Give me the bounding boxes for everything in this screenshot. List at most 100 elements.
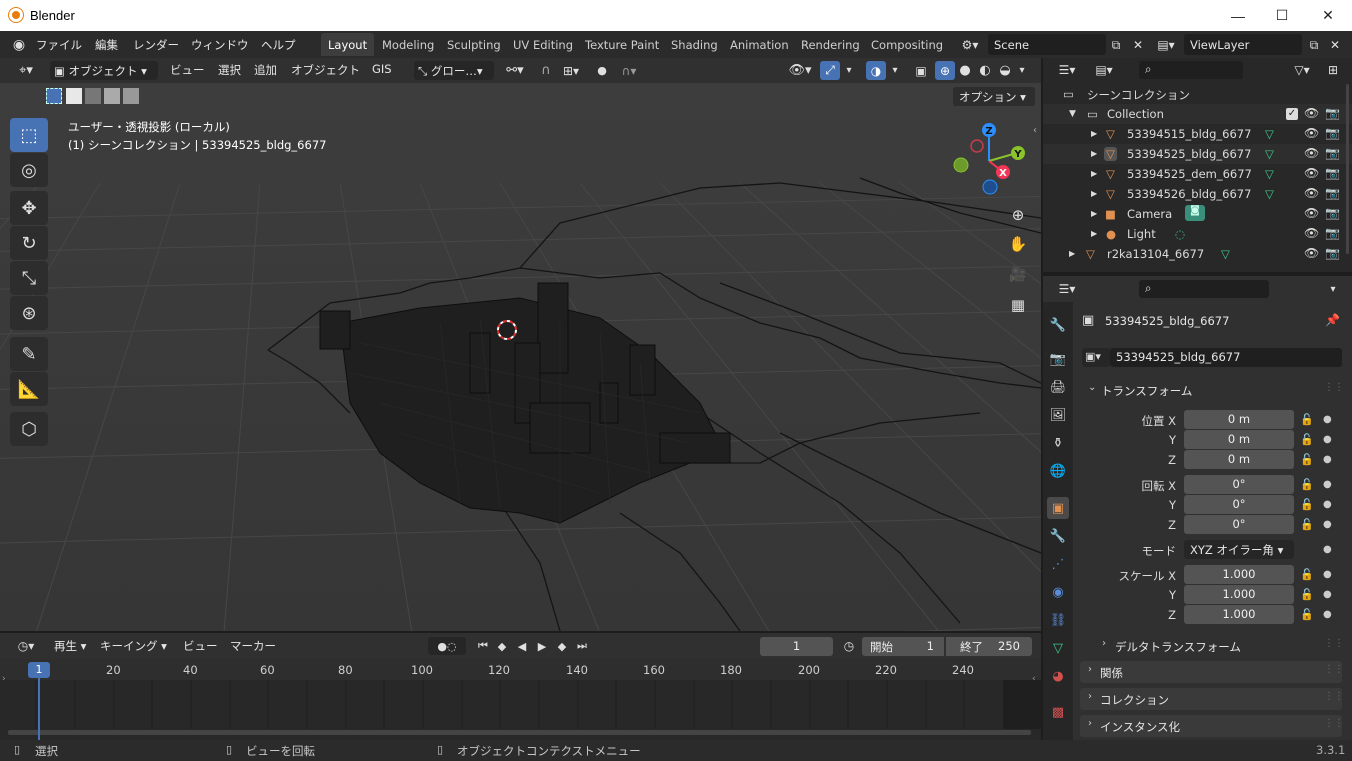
prev-keyframe-icon[interactable]: ◆	[493, 637, 511, 655]
expand-arrow-icon[interactable]: ▶	[1091, 209, 1097, 218]
shading-menu-icon[interactable]: ▾	[1015, 61, 1029, 80]
visibility-eye-icon[interactable]: 👁	[1304, 186, 1319, 200]
scale-x-field[interactable]: 1.000	[1184, 565, 1294, 584]
render-camera-icon[interactable]: 📷	[1325, 166, 1340, 180]
visibility-eye-icon[interactable]: 👁	[1304, 126, 1319, 140]
jump-end-icon[interactable]: ⏭	[573, 637, 591, 655]
keyframe-dot-icon[interactable]: ●	[1323, 519, 1332, 530]
outliner-search-input[interactable]: ⌕	[1139, 61, 1243, 79]
render-camera-icon[interactable]: 📷	[1325, 106, 1340, 120]
keyframe-dot-icon[interactable]: ●	[1323, 609, 1332, 620]
timeline-editor-icon[interactable]: ◷▾	[10, 637, 42, 655]
tab-shading[interactable]: Shading	[664, 33, 725, 56]
texture-tab-icon[interactable]: ▩	[1047, 701, 1069, 723]
keyframe-dot-icon[interactable]: ●	[1323, 499, 1332, 510]
view-layer-field[interactable]: ViewLayer	[1184, 34, 1302, 55]
tab-sculpting[interactable]: Sculpting	[440, 33, 508, 56]
viewlayer-selector-icon[interactable]: ▤▾	[1152, 36, 1180, 54]
expand-arrow-icon[interactable]: ▶	[1091, 169, 1097, 178]
modifier-tab-icon[interactable]: 🔧	[1047, 525, 1069, 547]
object-tab-icon[interactable]: ▣	[1047, 497, 1069, 519]
keyframe-dot-icon[interactable]: ●	[1323, 454, 1332, 465]
play-icon[interactable]: ▶	[533, 637, 551, 655]
rotation-y-field[interactable]: 0°	[1184, 495, 1294, 514]
tab-layout[interactable]: Layout	[321, 33, 375, 56]
delete-scene-icon[interactable]: ✕	[1128, 35, 1148, 55]
expand-arrow-icon[interactable]: ▶	[1091, 189, 1097, 198]
menu-marker[interactable]: マーカー	[230, 638, 276, 654]
expand-arrow-icon[interactable]: ▶	[1091, 129, 1097, 138]
current-frame-field[interactable]: 1	[760, 637, 833, 656]
keyframe-dot-icon[interactable]: ●	[1323, 414, 1332, 425]
rendered-shading-icon[interactable]: ◒	[995, 61, 1015, 80]
scene-name-field[interactable]: Scene	[988, 34, 1106, 55]
constraints-tab-icon[interactable]: ⛓	[1047, 609, 1069, 631]
minimize-button[interactable]: —	[1215, 0, 1261, 31]
visibility-eye-icon[interactable]: 👁	[1304, 246, 1319, 260]
display-mode-icon[interactable]: ▤▾	[1089, 61, 1119, 79]
jump-start-icon[interactable]: ⏮	[474, 637, 492, 655]
xray-icon[interactable]: ▣	[911, 61, 931, 80]
keyframe-dot-icon[interactable]: ●	[1323, 589, 1332, 600]
pin-icon[interactable]: 📌	[1325, 313, 1340, 327]
menu-render[interactable]: レンダー	[133, 37, 179, 53]
delete-viewlayer-icon[interactable]: ✕	[1325, 35, 1345, 55]
lock-icon[interactable]: 🔓	[1300, 608, 1314, 621]
select-invert-icon[interactable]	[104, 88, 120, 104]
outliner-editor-icon[interactable]: ☰▾	[1053, 61, 1081, 79]
visibility-eye-icon[interactable]: 👁	[1304, 106, 1319, 120]
outliner-item[interactable]: ▶ ■ Camera ◙ 👁 📷	[1043, 204, 1352, 224]
3d-viewport[interactable]: ユーザー・透視投影 (ローカル) (1) シーンコレクション | 5339452…	[0, 83, 1041, 631]
properties-editor-icon[interactable]: ☰▾	[1053, 280, 1081, 298]
lock-icon[interactable]: 🔓	[1300, 433, 1314, 446]
camera-view-icon[interactable]: 🎥	[1006, 263, 1030, 287]
solid-shading-icon[interactable]: ●	[955, 61, 975, 80]
expand-arrow-icon[interactable]: ▶	[1091, 229, 1097, 238]
scale-z-field[interactable]: 1.000	[1184, 605, 1294, 624]
particles-tab-icon[interactable]: ⋰	[1047, 553, 1069, 575]
world-tab-icon[interactable]: 🌐	[1047, 460, 1069, 482]
menu-keying[interactable]: キーイング ▾	[100, 638, 167, 654]
properties-options-icon[interactable]: ▾	[1323, 280, 1343, 298]
end-frame-field[interactable]: 終了 250	[946, 637, 1032, 656]
gizmo-toggle-icon[interactable]: ⤢	[820, 61, 840, 80]
annotate-tool-icon[interactable]: ✎	[10, 337, 48, 371]
tab-uv-editing[interactable]: UV Editing	[506, 33, 580, 56]
outliner-item-active[interactable]: ▶ ▽ 53394525_bldg_6677 ▽ 👁 📷	[1043, 144, 1352, 164]
location-x-field[interactable]: 0 m	[1184, 410, 1294, 429]
select-intersect-icon[interactable]	[123, 88, 139, 104]
rotation-mode-dropdown[interactable]: XYZ オイラー角 ▾	[1184, 540, 1294, 559]
expand-arrow-icon[interactable]: ▶	[1069, 249, 1075, 258]
visibility-eye-icon[interactable]: 👁	[1304, 206, 1319, 220]
location-z-field[interactable]: 0 m	[1184, 450, 1294, 469]
menu-add[interactable]: 追加	[254, 62, 277, 78]
drag-handle-icon[interactable]: ⋮⋮	[1324, 638, 1344, 649]
pivot-point-icon[interactable]: ⚯▾	[500, 61, 530, 80]
select-subtract-icon[interactable]	[85, 88, 101, 104]
zoom-icon[interactable]: ⊕	[1006, 203, 1030, 227]
transform-tool-icon[interactable]: ⊛	[10, 296, 48, 330]
outliner-item[interactable]: ▶ ▽ 53394525_dem_6677 ▽ 👁 📷	[1043, 164, 1352, 184]
outliner-item[interactable]: ▶ ▽ r2ka13104_6677 ▽ 👁 📷	[1043, 244, 1352, 264]
playhead[interactable]: 1	[28, 662, 50, 678]
select-extend-icon[interactable]	[66, 88, 82, 104]
collections-section[interactable]: › コレクション ⋮⋮	[1080, 688, 1344, 710]
scene-tab-icon[interactable]: ⚱	[1047, 432, 1069, 454]
tab-rendering[interactable]: Rendering	[794, 33, 867, 56]
lock-icon[interactable]: 🔓	[1300, 413, 1314, 426]
outliner-collection-row[interactable]: ▼ ▭ Collection ✓ 👁 📷	[1043, 104, 1352, 124]
delta-transform-subpanel[interactable]: › デルタトランスフォーム ⋮⋮	[1094, 635, 1344, 657]
scale-y-field[interactable]: 1.000	[1184, 585, 1294, 604]
keyframe-dot-icon[interactable]: ●	[1323, 434, 1332, 445]
lock-icon[interactable]: 🔓	[1300, 588, 1314, 601]
location-y-field[interactable]: 0 m	[1184, 430, 1294, 449]
tool-tab-icon[interactable]: 🔧	[1047, 314, 1069, 336]
timeline-sidebar-icon[interactable]: ‹	[1032, 674, 1036, 684]
rotation-x-field[interactable]: 0°	[1184, 475, 1294, 494]
scene-selector-icon[interactable]: ⚙▾	[956, 36, 984, 54]
new-scene-icon[interactable]: ⧉	[1106, 35, 1126, 55]
options-dropdown[interactable]: オプション ▾	[953, 87, 1035, 106]
render-camera-icon[interactable]: 📷	[1325, 206, 1340, 220]
wireframe-shading-icon[interactable]: ⊕	[935, 61, 955, 80]
snap-icon[interactable]: ∩	[536, 61, 556, 80]
